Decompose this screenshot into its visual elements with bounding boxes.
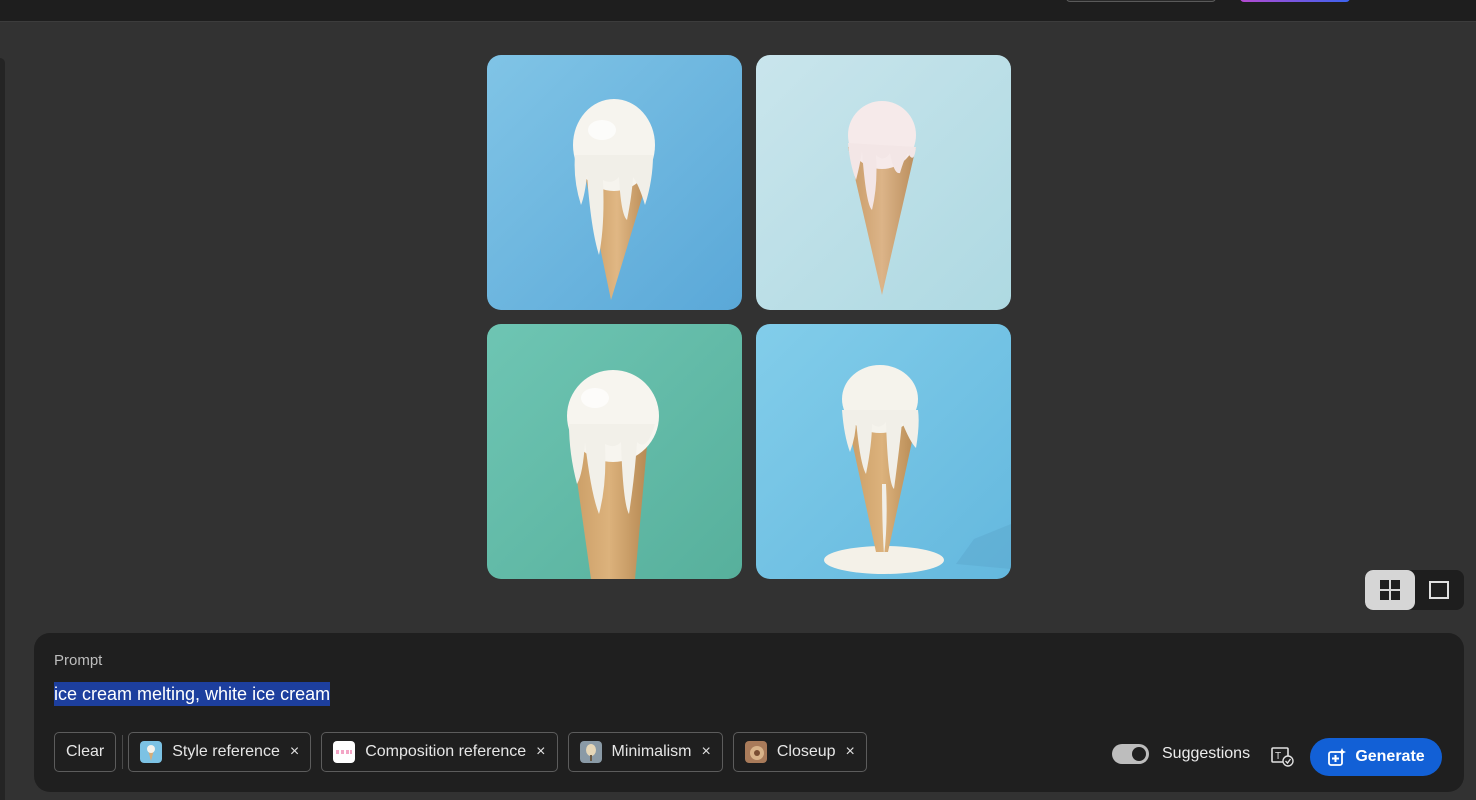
chip-label: Minimalism <box>611 743 692 760</box>
chip-label: Closeup <box>776 743 836 760</box>
generated-image-2[interactable] <box>756 55 1011 310</box>
chip-label: Style reference <box>172 743 280 760</box>
chip-row: Clear Style reference × Composition refe… <box>54 732 877 772</box>
composition-reference-thumb <box>333 741 356 763</box>
prompt-input[interactable]: ice cream melting, white ice cream <box>54 682 331 706</box>
top-bar-button[interactable] <box>1066 0 1216 2</box>
ice-cream-image <box>487 324 742 579</box>
suggestions-toggle-group: Suggestions <box>1112 744 1250 764</box>
generate-label: Generate <box>1355 748 1425 765</box>
chip-composition-reference[interactable]: Composition reference × <box>321 732 558 772</box>
svg-text:T: T <box>1275 751 1281 762</box>
prompt-label: Prompt <box>54 652 103 669</box>
ice-cream-image <box>756 324 1011 579</box>
generated-image-4[interactable] <box>756 324 1011 579</box>
top-bar <box>0 0 1476 22</box>
remove-chip-icon[interactable]: × <box>846 744 855 760</box>
suggestions-label: Suggestions <box>1162 745 1251 762</box>
toggle-knob <box>1132 747 1146 761</box>
chip-divider <box>122 735 124 769</box>
ice-cream-image <box>487 55 742 310</box>
text-check-icon[interactable]: T <box>1271 746 1295 768</box>
grid-view-button[interactable] <box>1365 570 1415 610</box>
grid-view-icon <box>1379 580 1400 600</box>
clear-button-label: Clear <box>66 743 105 760</box>
left-panel-edge <box>0 58 5 800</box>
single-view-icon <box>1429 581 1450 599</box>
chip-label: Composition reference <box>365 743 527 760</box>
generate-button[interactable]: Generate <box>1310 738 1442 776</box>
chip-minimalism[interactable]: Minimalism × <box>567 732 723 772</box>
view-toggle <box>1365 570 1464 610</box>
remove-chip-icon[interactable]: × <box>290 744 299 760</box>
style-reference-thumb <box>140 741 163 763</box>
remove-chip-icon[interactable]: × <box>536 744 545 760</box>
closeup-thumb <box>744 741 767 763</box>
top-bar-upgrade-button[interactable] <box>1240 0 1350 2</box>
generated-image-1[interactable] <box>487 55 742 310</box>
suggestions-toggle[interactable] <box>1112 744 1149 764</box>
clear-button[interactable]: Clear <box>54 732 117 772</box>
image-grid <box>487 55 1011 579</box>
generate-sparkle-icon <box>1328 748 1347 766</box>
prompt-panel: Prompt ice cream melting, white ice crea… <box>34 633 1464 792</box>
remove-chip-icon[interactable]: × <box>702 744 711 760</box>
chip-closeup[interactable]: Closeup × <box>732 732 867 772</box>
ice-cream-image <box>756 55 1011 310</box>
minimalism-thumb <box>579 741 602 763</box>
chip-style-reference[interactable]: Style reference × <box>128 732 312 772</box>
single-view-button[interactable] <box>1415 570 1465 610</box>
generated-image-3[interactable] <box>487 324 742 579</box>
